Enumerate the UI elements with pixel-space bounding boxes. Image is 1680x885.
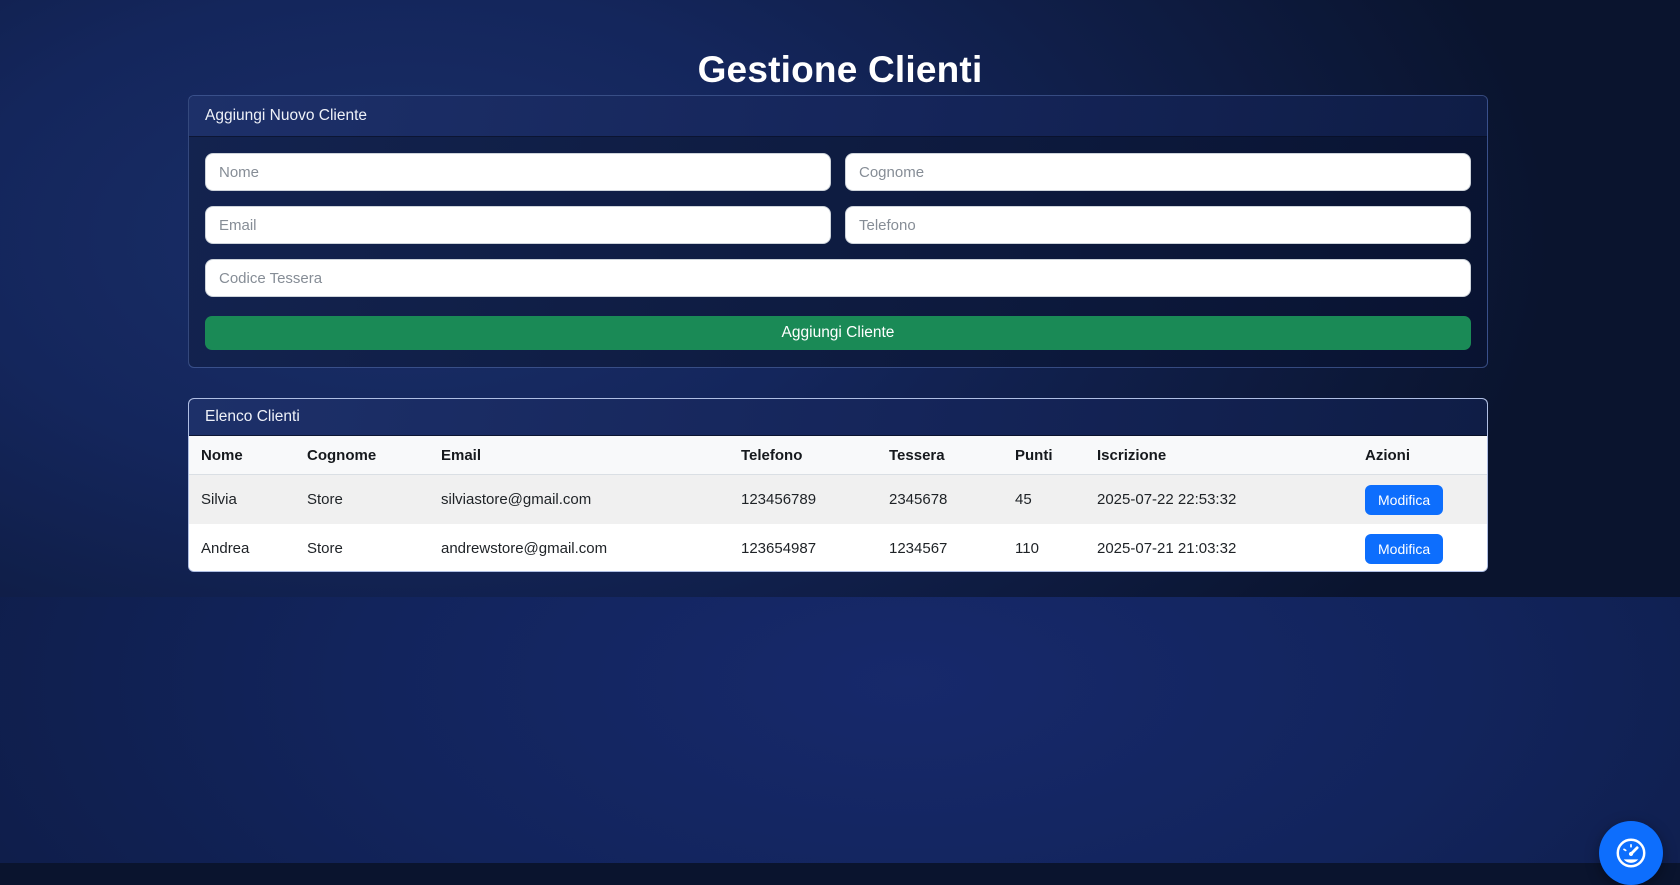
clients-table: Nome Cognome Email Telefono Tessera Punt…: [189, 436, 1487, 571]
codice-tessera-input[interactable]: [205, 259, 1471, 297]
cell-nome: Andrea: [201, 540, 250, 557]
fab-button[interactable]: [1599, 821, 1663, 885]
column-header-punti: Punti: [1003, 436, 1085, 475]
table-header-row: Nome Cognome Email Telefono Tessera Punt…: [189, 436, 1487, 475]
client-list-card-header: Elenco Clienti: [189, 399, 1487, 436]
cell-iscrizione: 2025-07-21 21:03:32: [1097, 540, 1237, 557]
column-header-nome: Nome: [189, 436, 295, 475]
page-title: Gestione Clienti: [697, 48, 983, 90]
modifica-button[interactable]: Modifica: [1365, 533, 1444, 564]
cell-nome: Silvia: [201, 491, 237, 508]
column-header-cognome: Cognome: [295, 436, 429, 475]
column-header-azioni: Azioni: [1353, 436, 1487, 475]
cell-punti: 110: [1015, 540, 1039, 557]
cell-telefono: 123654987: [741, 540, 817, 557]
cell-azioni: Modifica: [1353, 475, 1487, 525]
add-client-card: Aggiungi Nuovo Cliente Aggiungi Cliente: [188, 95, 1488, 368]
email-input[interactable]: [205, 206, 831, 244]
column-header-tessera: Tessera: [877, 436, 1003, 475]
cell-punti: 45: [1015, 491, 1032, 508]
table-row: Silvia Store silviastore@gmail.com 12345…: [189, 474, 1487, 525]
add-client-button[interactable]: Aggiungi Cliente: [205, 316, 1471, 350]
cell-email: silviastore@gmail.com: [441, 491, 592, 508]
cell-cognome: Store: [307, 491, 343, 508]
form-row-1: [205, 153, 1471, 191]
page-background-bottom: [0, 597, 1680, 863]
cell-tessera: 1234567: [889, 540, 948, 557]
modifica-button[interactable]: Modifica: [1365, 484, 1444, 515]
cell-cognome: Store: [307, 540, 343, 557]
nome-input[interactable]: [205, 153, 831, 191]
cell-tessera: 2345678: [889, 491, 948, 508]
add-client-card-header: Aggiungi Nuovo Cliente: [189, 96, 1487, 137]
table-row: Andrea Store andrewstore@gmail.com 12365…: [189, 524, 1487, 571]
telefono-input[interactable]: [845, 206, 1471, 244]
speedometer-icon: [1614, 836, 1648, 870]
column-header-telefono: Telefono: [729, 436, 877, 475]
client-list-card: Elenco Clienti Nome Cognome Email Telefo…: [188, 398, 1488, 572]
cell-email: andrewstore@gmail.com: [441, 540, 608, 557]
column-header-email: Email: [429, 436, 729, 475]
add-client-form: Aggiungi Cliente: [189, 137, 1487, 366]
cell-telefono: 123456789: [741, 491, 817, 508]
cognome-input[interactable]: [845, 153, 1471, 191]
column-header-iscrizione: Iscrizione: [1085, 436, 1353, 475]
cell-azioni: Modifica: [1353, 524, 1487, 571]
form-row-3: [205, 259, 1471, 297]
cell-iscrizione: 2025-07-22 22:53:32: [1097, 491, 1237, 508]
form-row-2: [205, 206, 1471, 244]
